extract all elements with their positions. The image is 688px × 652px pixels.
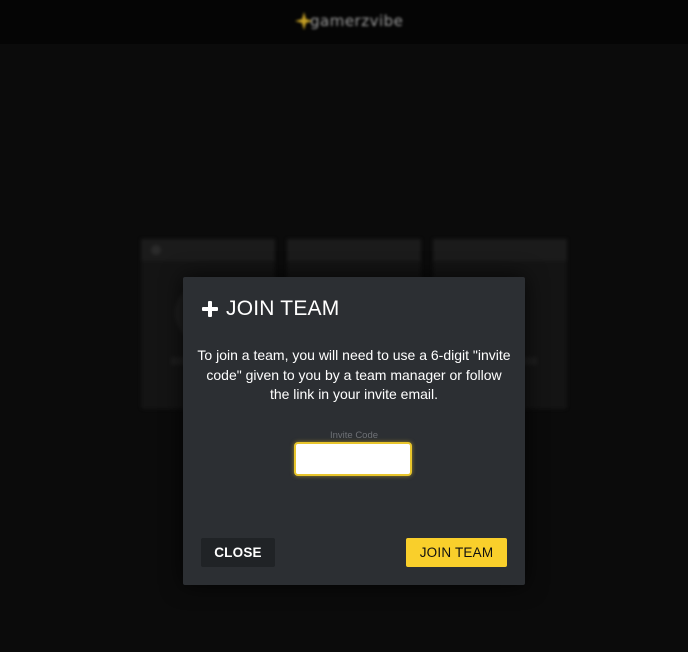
modal-header: JOIN TEAM xyxy=(202,296,339,322)
modal-title: JOIN TEAM xyxy=(226,297,340,320)
modal-description: To join a team, you will need to use a 6… xyxy=(197,347,511,402)
page: gamerzvibe JOIN TEAM To join a team, you… xyxy=(0,0,688,652)
close-button[interactable]: CLOSE xyxy=(201,538,275,567)
logo-text: gamerzvibe xyxy=(310,12,404,30)
app-logo[interactable]: gamerzvibe xyxy=(294,9,416,35)
top-bar: gamerzvibe xyxy=(0,0,688,44)
join-team-button[interactable]: JOIN TEAM xyxy=(406,538,507,567)
join-team-modal: JOIN TEAM To join a team, you will need … xyxy=(183,277,525,585)
plus-icon xyxy=(202,301,218,317)
invite-code-input[interactable] xyxy=(294,442,412,476)
invite-code-label: Invite Code xyxy=(329,430,379,441)
